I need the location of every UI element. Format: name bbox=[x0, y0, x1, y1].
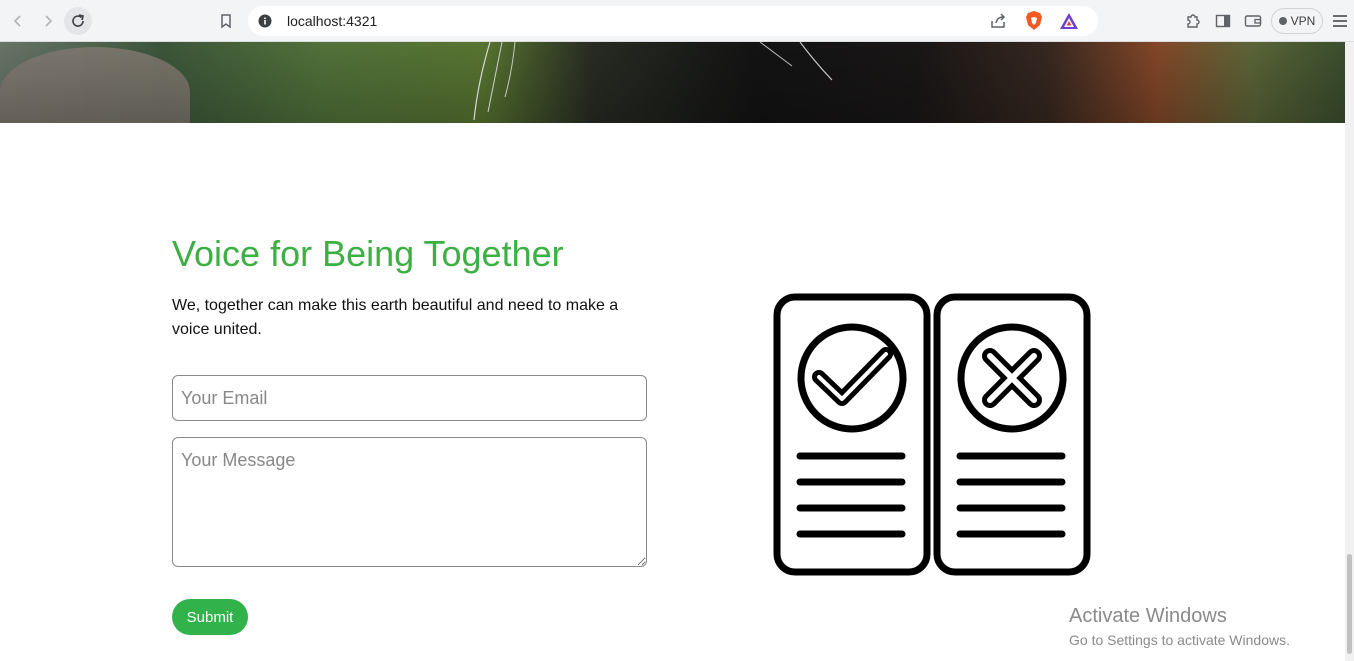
forward-button[interactable] bbox=[34, 7, 62, 35]
wallet-icon bbox=[1244, 15, 1262, 27]
vote-cards-illustration bbox=[773, 293, 1091, 576]
browser-toolbar: localhost:4321 VPN bbox=[0, 0, 1354, 42]
site-info-icon bbox=[258, 14, 272, 28]
watermark-subtitle: Go to Settings to activate Windows. bbox=[1069, 632, 1290, 648]
back-icon bbox=[13, 15, 21, 27]
section-description: We, together can make this earth beautif… bbox=[172, 297, 619, 338]
brave-rewards-icon[interactable] bbox=[1059, 12, 1079, 30]
forward-icon bbox=[45, 15, 53, 27]
bookmark-button[interactable] bbox=[212, 7, 240, 35]
reload-button[interactable] bbox=[64, 7, 92, 35]
submit-button[interactable]: Submit bbox=[172, 599, 248, 635]
share-icon[interactable] bbox=[989, 12, 1007, 30]
brave-shields-icon[interactable] bbox=[1025, 11, 1043, 31]
url-text: localhost:4321 bbox=[287, 13, 378, 29]
sidebar-icon bbox=[1215, 14, 1231, 28]
bookmark-icon bbox=[221, 14, 231, 29]
section-title: Voice for Being Together bbox=[172, 233, 564, 274]
scrollbar-thumb[interactable] bbox=[1347, 554, 1352, 654]
reload-icon bbox=[72, 14, 84, 27]
extensions-button[interactable] bbox=[1179, 7, 1207, 35]
windows-activation-watermark: Activate Windows Go to Settings to activ… bbox=[1069, 605, 1290, 648]
back-button[interactable] bbox=[4, 7, 32, 35]
email-input[interactable] bbox=[172, 375, 647, 421]
vpn-button[interactable]: VPN bbox=[1271, 8, 1323, 34]
hero-image bbox=[0, 42, 1345, 123]
wallet-button[interactable] bbox=[1239, 7, 1267, 35]
message-textarea[interactable] bbox=[172, 437, 647, 567]
page-scrollbar[interactable] bbox=[1345, 42, 1354, 661]
page-viewport: Voice for Being Together We, together ca… bbox=[0, 42, 1345, 661]
address-bar[interactable]: localhost:4321 bbox=[248, 6, 1098, 36]
watermark-title: Activate Windows bbox=[1069, 605, 1227, 627]
vpn-status-icon bbox=[1278, 17, 1287, 25]
menu-button[interactable] bbox=[1326, 7, 1354, 35]
vpn-label: VPN bbox=[1290, 14, 1316, 28]
extensions-icon bbox=[1187, 14, 1200, 28]
menu-icon bbox=[1333, 15, 1347, 27]
whiskers-decoration bbox=[473, 42, 833, 121]
sidebar-button[interactable] bbox=[1209, 7, 1237, 35]
check-icon bbox=[812, 347, 893, 406]
